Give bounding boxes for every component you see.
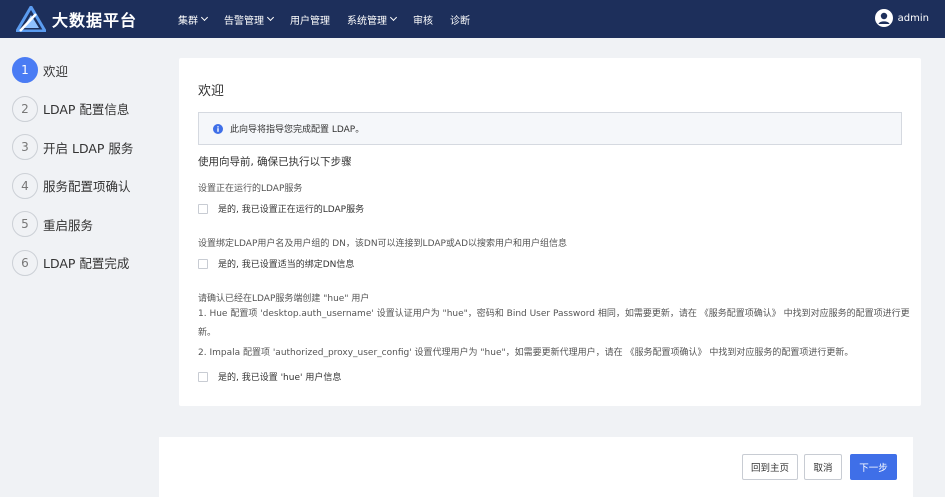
welcome-card: 欢迎 此向导将指导您完成配置 LDAP。 使用向导前, 确保已执行以下步骤 设置…: [179, 58, 921, 406]
step-confirm-config[interactable]: 4 服务配置项确认: [12, 172, 162, 199]
info-alert: 此向导将指导您完成配置 LDAP。: [198, 112, 902, 145]
step-complete[interactable]: 6 LDAP 配置完成: [12, 249, 162, 276]
wizard-footer: 回到主页 取消 下一步: [159, 437, 913, 497]
checkbox-hue-user[interactable]: 是的, 我已设置 'hue' 用户信息: [198, 370, 341, 383]
nav-item-alerts[interactable]: 告警管理: [224, 12, 275, 27]
nav-item-label: 用户管理: [290, 15, 330, 27]
requirement-hue-user: 请确认已经在LDAP服务端创建 "hue" 用户: [198, 294, 370, 304]
step-number: 1: [12, 57, 38, 83]
step-number: 2: [12, 95, 38, 122]
nav-item-label: 系统管理: [347, 15, 387, 27]
checkbox-box[interactable]: [198, 371, 208, 382]
step-enable-ldap[interactable]: 3 开启 LDAP 服务: [12, 134, 162, 161]
user-name: admin: [897, 12, 929, 24]
main-nav: 集群 告警管理 用户管理 系统管理 审核 诊断: [178, 0, 487, 38]
nav-item-label: 集群: [178, 15, 198, 27]
step-number: 5: [12, 211, 38, 238]
step-label: LDAP 配置完成: [43, 256, 130, 272]
checkbox-label: 是的, 我已设置正在运行的LDAP服务: [218, 205, 365, 215]
back-to-home-button[interactable]: 回到主页: [742, 454, 798, 480]
step-label: 开启 LDAP 服务: [43, 140, 134, 156]
checkbox-bind-dn[interactable]: 是的, 我已设置适当的绑定DN信息: [198, 257, 354, 270]
cancel-button[interactable]: 取消: [804, 454, 842, 480]
app-title: 大数据平台: [52, 11, 138, 30]
nav-item-label: 告警管理: [224, 15, 264, 27]
requirement-bind-dn: 设置绑定LDAP用户名及用户组的 DN，该DN可以连接到LDAP或AD以搜索用户…: [198, 239, 568, 249]
prerequisites-heading: 使用向导前, 确保已执行以下步骤: [198, 156, 352, 168]
user-avatar-icon: [874, 9, 893, 27]
checkbox-box[interactable]: [198, 258, 208, 269]
chevron-down-icon: [389, 13, 398, 22]
alert-text: 此向导将指导您完成配置 LDAP。: [230, 125, 365, 135]
info-icon: [213, 123, 223, 134]
step-restart[interactable]: 5 重启服务: [12, 211, 162, 238]
wizard-steps: 1 欢迎 2 LDAP 配置信息 3 开启 LDAP 服务 4 服务配置项确认 …: [12, 57, 162, 289]
step-label: LDAP 配置信息: [43, 102, 130, 118]
nav-item-users[interactable]: 用户管理: [290, 12, 330, 27]
chevron-down-icon: [266, 13, 275, 22]
note-hue-config: 1. Hue 配置项 'desktop.auth_username' 设置认证用…: [198, 309, 910, 338]
step-label: 欢迎: [43, 63, 69, 79]
nav-item-system[interactable]: 系统管理: [347, 12, 398, 27]
checkbox-label: 是的, 我已设置 'hue' 用户信息: [218, 373, 342, 383]
page-title: 欢迎: [198, 84, 225, 99]
chevron-down-icon: [200, 13, 209, 22]
step-number: 4: [12, 172, 38, 199]
nav-item-cluster[interactable]: 集群: [178, 12, 209, 27]
brand[interactable]: 大数据平台: [16, 6, 137, 32]
step-welcome[interactable]: 1 欢迎: [12, 57, 162, 83]
nav-item-audit[interactable]: 审核: [413, 12, 433, 27]
top-navbar: 大数据平台 集群 告警管理 用户管理 系统管理 审核 诊断 admin: [0, 0, 945, 38]
note-impala-config: 2. Impala 配置项 'authorized_proxy_user_con…: [198, 348, 854, 358]
checkbox-label: 是的, 我已设置适当的绑定DN信息: [218, 260, 355, 270]
requirement-ldap-service: 设置正在运行的LDAP服务: [198, 184, 303, 194]
step-label: 重启服务: [43, 217, 94, 233]
nav-item-diagnose[interactable]: 诊断: [450, 12, 470, 27]
step-ldap-config[interactable]: 2 LDAP 配置信息: [12, 95, 162, 122]
checkbox-ldap-service[interactable]: 是的, 我已设置正在运行的LDAP服务: [198, 202, 364, 215]
next-button[interactable]: 下一步: [850, 454, 897, 480]
checkbox-box[interactable]: [198, 203, 208, 214]
step-number: 3: [12, 134, 38, 161]
step-number: 6: [12, 249, 38, 276]
nav-item-label: 审核: [413, 15, 433, 27]
nav-item-label: 诊断: [450, 15, 470, 27]
user-menu[interactable]: admin: [874, 9, 929, 27]
logo-icon: [16, 6, 46, 32]
step-label: 服务配置项确认: [43, 179, 131, 195]
